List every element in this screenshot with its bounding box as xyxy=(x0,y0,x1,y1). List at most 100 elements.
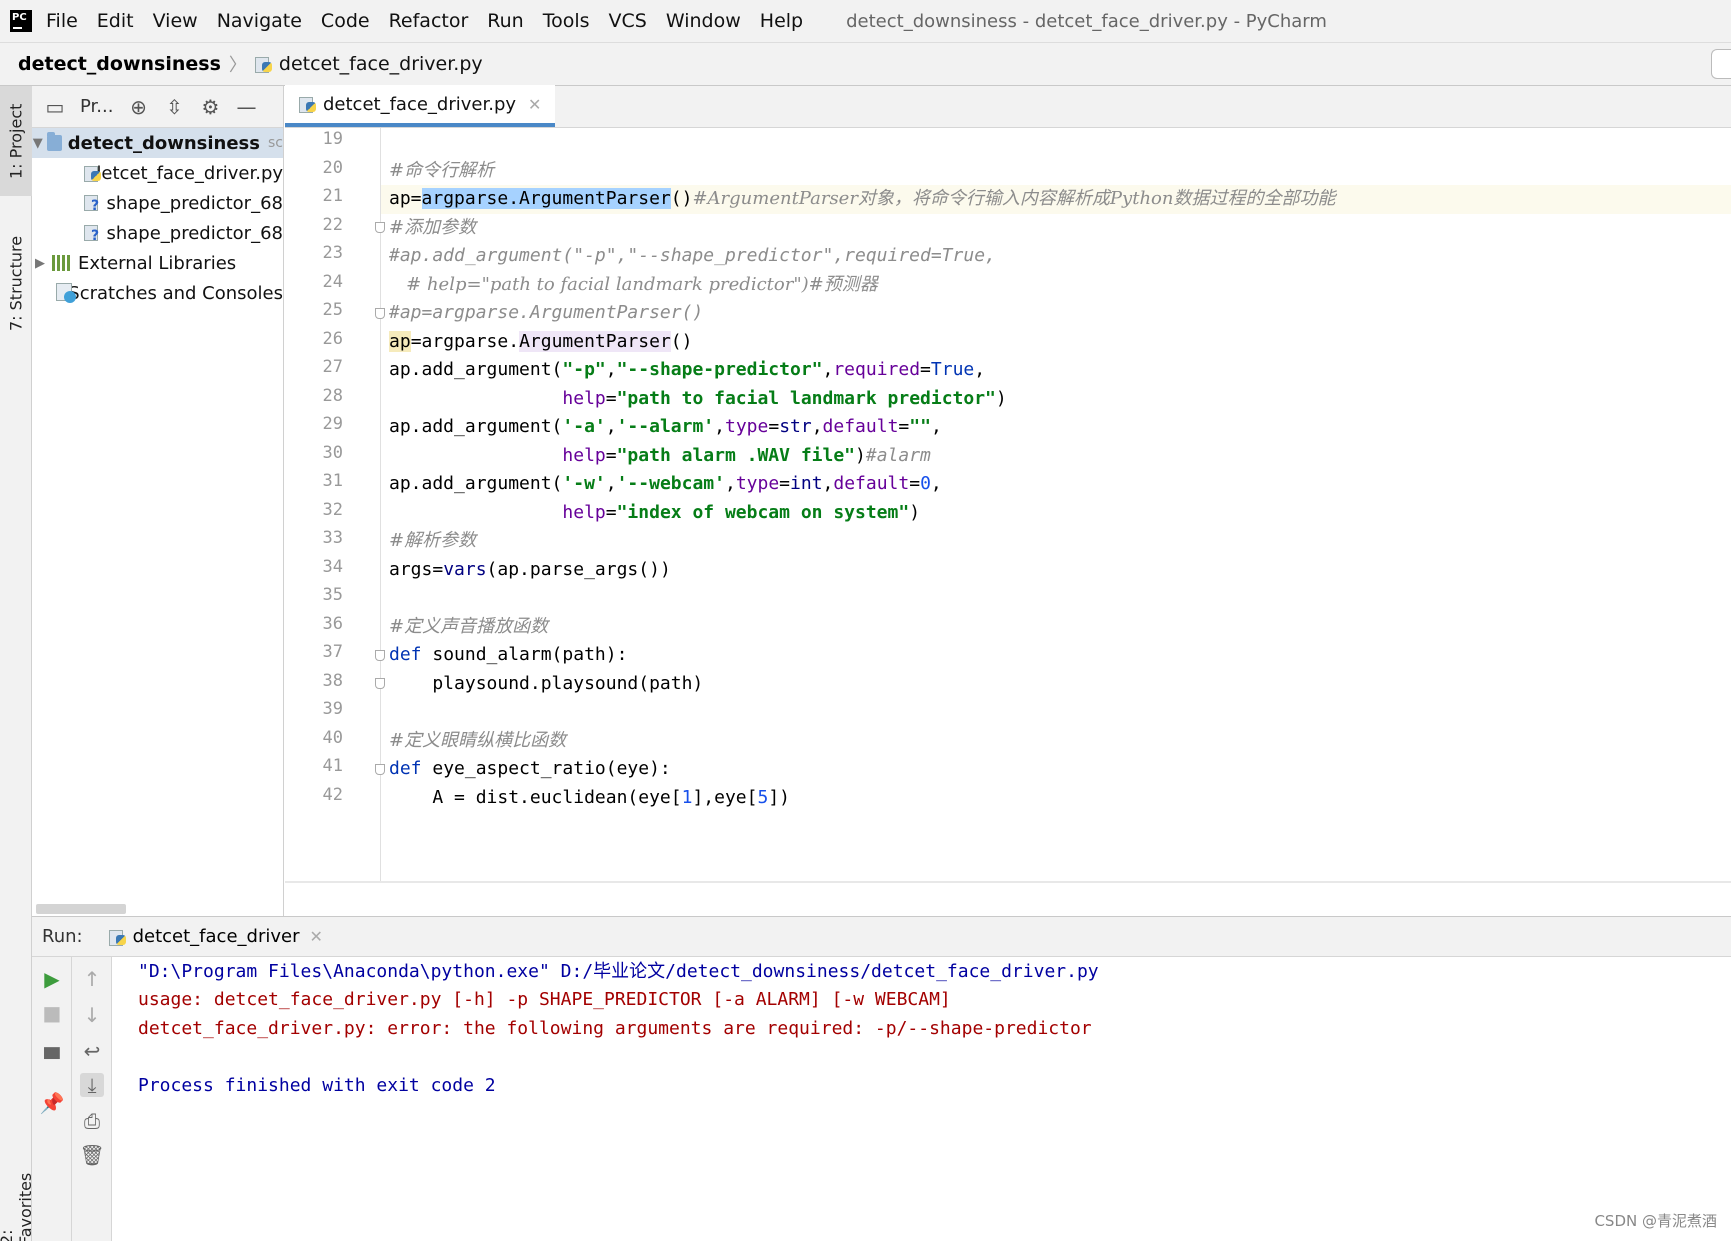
scroll-to-end-icon[interactable]: ⤓ xyxy=(80,1073,104,1097)
tree-item-scratches[interactable]: Scratches and Consoles xyxy=(32,278,283,308)
trash-icon[interactable]: 🗑 xyxy=(79,1143,104,1167)
tool-tab-structure-label: 7: Structure xyxy=(6,235,26,331)
close-icon[interactable]: ✕ xyxy=(528,95,541,114)
rerun-play-icon[interactable]: ▶ xyxy=(40,967,64,991)
line-number: 34 xyxy=(322,557,343,577)
run-toolbar-secondary: ↑ ↓ ↩ ⤓ ⎙ 🗑 xyxy=(72,957,112,1241)
tool-tab-structure[interactable]: 7: Structure xyxy=(0,228,32,338)
project-view-icon[interactable]: ▭ xyxy=(44,95,66,119)
fold-marker-icon[interactable] xyxy=(375,308,385,319)
menu-edit[interactable]: Edit xyxy=(97,10,134,32)
scratches-icon xyxy=(56,283,77,303)
menu-help[interactable]: Help xyxy=(760,10,803,32)
menu-code[interactable]: Code xyxy=(321,10,370,32)
stop-icon[interactable]: ■ xyxy=(40,1001,64,1025)
fold-marker-icon[interactable] xyxy=(375,678,385,689)
code-line: ap=argparse.ArgumentParser()#ArgumentPar… xyxy=(389,188,1336,209)
line-number: 32 xyxy=(322,500,343,520)
line-number: 25 xyxy=(322,300,343,320)
pin-icon[interactable]: 📌 xyxy=(40,1091,65,1115)
line-number: 19 xyxy=(322,129,343,149)
unknown-file-icon xyxy=(84,193,100,214)
code-line: ap.add_argument("-p","--shape-predictor"… xyxy=(389,359,986,380)
tree-item-file[interactable]: shape_predictor_68 xyxy=(32,188,283,218)
line-number: 22 xyxy=(322,215,343,235)
tree-item-label: shape_predictor_68 xyxy=(106,222,283,244)
code-line: #命令行解析 xyxy=(389,160,495,181)
watermark: CSDN @青泥煮酒 xyxy=(1594,1212,1717,1230)
python-run-icon xyxy=(108,928,127,946)
code-line: help="index of webcam on system") xyxy=(562,502,921,523)
menu-refactor[interactable]: Refactor xyxy=(389,10,469,32)
line-number: 31 xyxy=(322,471,343,491)
menu-bar: PC File Edit View Navigate Code Refactor… xyxy=(0,0,1731,42)
fold-marker-icon[interactable] xyxy=(375,650,385,661)
tree-item-file[interactable]: shape_predictor_68 xyxy=(32,218,283,248)
console-line: detcet_face_driver.py: error: the follow… xyxy=(138,1018,1092,1039)
menu-window[interactable]: Window xyxy=(666,10,741,32)
console-line: "D:\Program Files\Anaconda\python.exe" D… xyxy=(138,961,1099,982)
tree-item-project-root[interactable]: ▼ detect_downsiness sc xyxy=(32,128,283,158)
code-line: #添加参数 xyxy=(389,217,477,238)
hide-minus-icon[interactable]: — xyxy=(235,95,257,119)
collapse-all-icon[interactable]: ⇳ xyxy=(163,95,185,119)
menu-navigate[interactable]: Navigate xyxy=(217,10,302,32)
code-editor[interactable]: 19 20 21 22 23 24 25 26 27 28 29 30 31 3… xyxy=(285,128,1731,881)
code-line: # help="path to facial landmark predicto… xyxy=(389,274,878,295)
up-arrow-icon[interactable]: ↑ xyxy=(80,967,104,991)
run-header: Run: detcet_face_driver ✕ xyxy=(32,917,1731,957)
navigation-bar: detect_downsiness 〉 detcet_face_driver.p… xyxy=(0,42,1731,86)
python-file-icon xyxy=(254,55,273,73)
tool-tab-project[interactable]: 1: Project xyxy=(0,86,32,196)
window-title: detect_downsiness - detcet_face_driver.p… xyxy=(846,10,1327,32)
soft-wrap-icon[interactable]: ↩ xyxy=(80,1039,104,1063)
locate-target-icon[interactable]: ⊕ xyxy=(127,95,149,119)
navbar-right-control[interactable] xyxy=(1711,49,1731,79)
print-icon[interactable]: ⎙ xyxy=(80,1109,104,1133)
close-icon[interactable]: ✕ xyxy=(309,927,322,946)
menu-view[interactable]: View xyxy=(153,10,198,32)
fold-marker-icon[interactable] xyxy=(375,222,385,233)
menu-tools[interactable]: Tools xyxy=(543,10,590,32)
breadcrumb-file[interactable]: detcet_face_driver.py xyxy=(279,53,483,75)
tool-tab-favorites-label: 2: Favorites xyxy=(0,1172,35,1241)
pycharm-window: PC File Edit View Navigate Code Refactor… xyxy=(0,0,1731,1241)
line-number: 36 xyxy=(322,614,343,634)
left-tool-strip: 1: Project 7: Structure 2: Favorites xyxy=(0,86,35,1241)
menu-file[interactable]: File xyxy=(46,10,78,32)
code-line: A = dist.euclidean(eye[1],eye[5]) xyxy=(389,787,791,808)
line-number: 24 xyxy=(322,272,343,292)
expand-arrow-icon[interactable]: ▶ xyxy=(32,256,48,271)
menu-run[interactable]: Run xyxy=(487,10,523,32)
breadcrumb-project[interactable]: detect_downsiness xyxy=(18,53,221,75)
tree-item-label: shape_predictor_68 xyxy=(106,192,283,214)
down-arrow-icon[interactable]: ↓ xyxy=(80,1003,104,1027)
run-tab[interactable]: detcet_face_driver ✕ xyxy=(108,917,331,957)
project-view-selector[interactable]: Pr... xyxy=(80,96,113,117)
run-label: Run: xyxy=(42,926,83,947)
code-line: ap=argparse.ArgumentParser() xyxy=(389,331,693,352)
tree-item-external-libraries[interactable]: ▶ External Libraries xyxy=(32,248,283,278)
code-line: #解析参数 xyxy=(389,530,477,551)
line-number: 21 xyxy=(322,186,343,206)
run-toolbar-primary: ▶ ■ ▀ 📌 xyxy=(32,957,72,1241)
tree-item-label: Scratches and Consoles xyxy=(68,282,283,304)
horizontal-scrollbar[interactable] xyxy=(36,904,126,914)
code-line: def eye_aspect_ratio(eye): xyxy=(389,758,671,779)
editor-tab-active[interactable]: detcet_face_driver.py ✕ xyxy=(285,85,556,127)
line-number: 40 xyxy=(322,728,343,748)
line-number: 38 xyxy=(322,671,343,691)
run-panel: Run: detcet_face_driver ✕ ▶ ■ ▀ 📌 ↑ ↓ ↩ … xyxy=(32,916,1731,1241)
gear-icon[interactable]: ⚙ xyxy=(199,95,221,119)
console-output[interactable]: "D:\Program Files\Anaconda\python.exe" D… xyxy=(138,957,1728,1241)
tree-item-file[interactable]: detcet_face_driver.py xyxy=(32,158,283,188)
menu-vcs[interactable]: VCS xyxy=(609,10,647,32)
python-file-icon xyxy=(299,95,317,113)
line-number: 29 xyxy=(322,414,343,434)
fold-marker-icon[interactable] xyxy=(375,764,385,775)
tool-tab-favorites[interactable]: 2: Favorites xyxy=(0,1172,35,1241)
tree-item-suffix: sc xyxy=(268,135,283,151)
code-line: #ap=argparse.ArgumentParser() xyxy=(389,302,704,323)
expand-arrow-icon[interactable]: ▼ xyxy=(32,136,43,151)
layout-icon[interactable]: ▀ xyxy=(40,1047,64,1071)
